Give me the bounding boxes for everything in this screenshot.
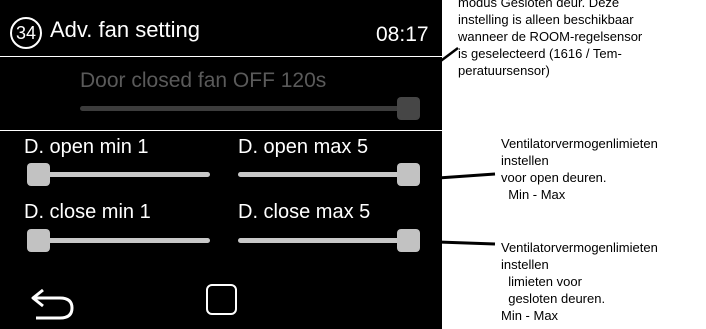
arrow-to-door-closed-slider xyxy=(392,47,459,98)
arrow-to-close-max-slider xyxy=(428,235,496,249)
arrow-to-open-max-slider xyxy=(428,171,496,185)
annotation-arrows xyxy=(392,47,496,249)
